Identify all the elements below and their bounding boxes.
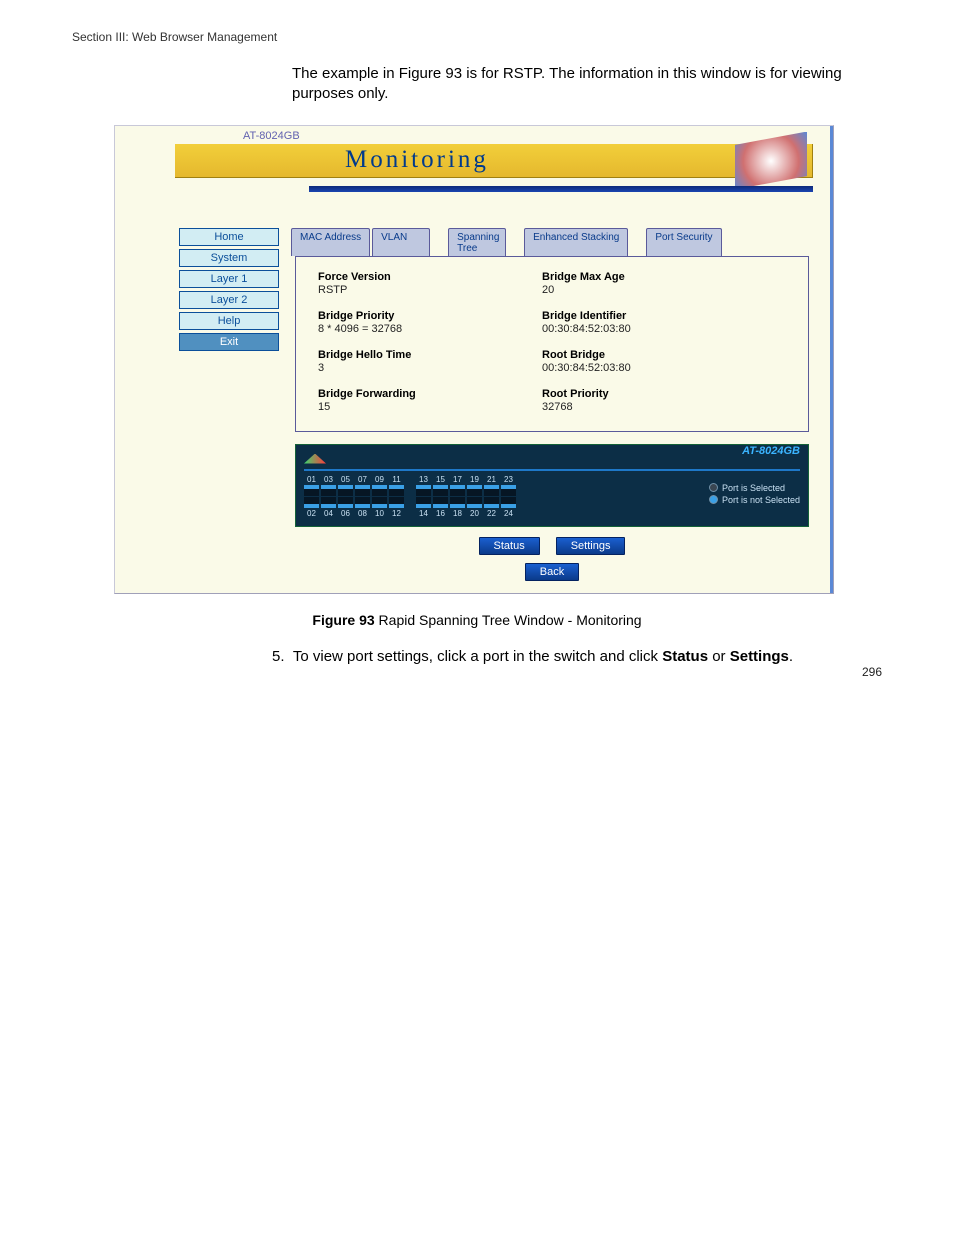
field-bridge-identifier: Bridge Identifier00:30:84:52:03:80 xyxy=(542,310,682,335)
port[interactable] xyxy=(304,485,319,496)
page-title: Monitoring xyxy=(345,146,489,174)
port[interactable] xyxy=(484,485,499,496)
field-root-bridge: Root Bridge00:30:84:52:03:80 xyxy=(542,349,682,374)
banner: Monitoring xyxy=(175,144,813,178)
field-bridge-forwarding: Bridge Forwarding15 xyxy=(318,388,458,413)
status-button[interactable]: Status xyxy=(479,537,540,555)
tab-spacer xyxy=(432,228,446,256)
port[interactable] xyxy=(338,497,353,508)
tab-enhanced-stacking[interactable]: Enhanced Stacking xyxy=(524,228,628,256)
port[interactable] xyxy=(304,497,319,508)
params-right: Bridge Max Age20 Bridge Identifier00:30:… xyxy=(542,271,682,413)
switch-model: AT-8024GB xyxy=(742,445,800,457)
field-root-priority: Root Priority32768 xyxy=(542,388,682,413)
sidebar-item-exit[interactable]: Exit xyxy=(179,333,279,351)
page-number: 296 xyxy=(862,665,882,679)
port[interactable] xyxy=(372,485,387,496)
port[interactable] xyxy=(338,485,353,496)
section-header: Section III: Web Browser Management xyxy=(72,30,882,44)
port[interactable] xyxy=(355,497,370,508)
field-bridge-priority: Bridge Priority8 * 4096 = 32768 xyxy=(318,310,458,335)
field-force-version: Force VersionRSTP xyxy=(318,271,458,296)
port[interactable] xyxy=(433,497,448,508)
sidebar-item-layer1[interactable]: Layer 1 xyxy=(179,270,279,288)
sidebar-item-home[interactable]: Home xyxy=(179,228,279,246)
step-5: 5. To view port settings, click a port i… xyxy=(272,646,882,667)
port[interactable] xyxy=(389,485,404,496)
port[interactable] xyxy=(467,485,482,496)
tab-mac-address[interactable]: MAC Address xyxy=(291,228,370,256)
settings-button[interactable]: Settings xyxy=(556,537,626,555)
field-bridge-hello: Bridge Hello Time3 xyxy=(318,349,458,374)
main-content: MAC Address VLAN Spanning Tree Enhanced … xyxy=(295,228,833,581)
figure-caption: Figure 93 Rapid Spanning Tree Window - M… xyxy=(72,612,882,628)
port[interactable] xyxy=(372,497,387,508)
intro-text: The example in Figure 93 is for RSTP. Th… xyxy=(292,64,882,105)
port[interactable] xyxy=(389,497,404,508)
tab-spacer xyxy=(630,228,644,256)
port-nums-top: 010305070911131517192123 xyxy=(304,475,516,484)
tabbar: MAC Address VLAN Spanning Tree Enhanced … xyxy=(291,228,809,256)
banner-underline xyxy=(309,186,813,192)
device-label: AT-8024GB xyxy=(243,130,300,142)
switch-panel: AT-8024GB 010305070911131517192123 xyxy=(295,444,809,527)
logo-icon xyxy=(735,132,807,190)
port[interactable] xyxy=(321,497,336,508)
port-legend: Port is Selected Port is not Selected xyxy=(709,475,800,518)
dot-icon xyxy=(709,483,718,492)
port[interactable] xyxy=(484,497,499,508)
port[interactable] xyxy=(355,485,370,496)
port[interactable] xyxy=(501,497,516,508)
port[interactable] xyxy=(467,497,482,508)
sidebar-item-system[interactable]: System xyxy=(179,249,279,267)
port[interactable] xyxy=(501,485,516,496)
sidebar-item-layer2[interactable]: Layer 2 xyxy=(179,291,279,309)
tab-spanning-tree[interactable]: Spanning Tree xyxy=(448,228,506,256)
figure-screenshot: AT-8024GB Monitoring Home System Layer 1… xyxy=(114,125,834,594)
port[interactable] xyxy=(450,485,465,496)
switch-bar xyxy=(304,469,800,471)
port[interactable] xyxy=(416,485,431,496)
port[interactable] xyxy=(416,497,431,508)
port-grid: 010305070911131517192123 0 xyxy=(304,475,516,518)
tab-vlan[interactable]: VLAN xyxy=(372,228,430,256)
port[interactable] xyxy=(433,485,448,496)
port-nums-bot: 020406081012141618202224 xyxy=(304,509,516,518)
tab-spacer xyxy=(508,228,522,256)
params-left: Force VersionRSTP Bridge Priority8 * 409… xyxy=(318,271,458,413)
port[interactable] xyxy=(321,485,336,496)
port[interactable] xyxy=(450,497,465,508)
tab-port-security[interactable]: Port Security xyxy=(646,228,721,256)
sidebar-item-help[interactable]: Help xyxy=(179,312,279,330)
switch-logo-icon xyxy=(304,454,326,464)
field-bridge-max-age: Bridge Max Age20 xyxy=(542,271,682,296)
action-row: Status Settings xyxy=(295,537,809,555)
params-box: Force VersionRSTP Bridge Priority8 * 409… xyxy=(295,256,809,432)
back-button[interactable]: Back xyxy=(525,563,579,581)
dot-icon xyxy=(709,495,718,504)
sidebar: Home System Layer 1 Layer 2 Help Exit xyxy=(115,228,295,581)
